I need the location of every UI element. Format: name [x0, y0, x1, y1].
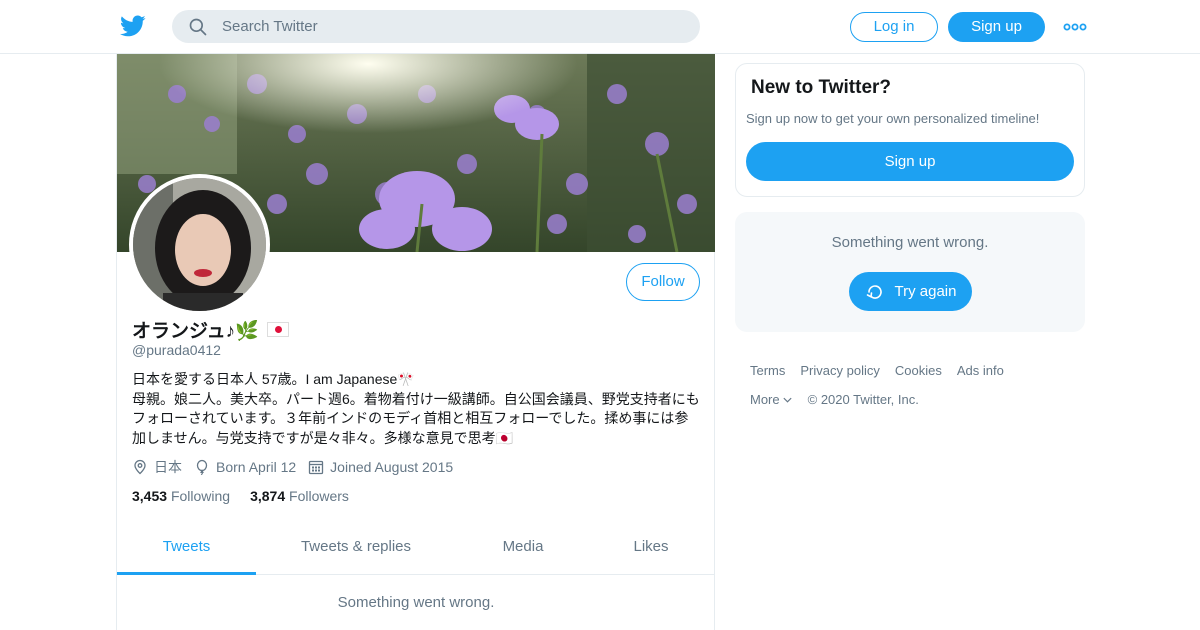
tab-tweets-and-replies[interactable]: Tweets & replies [287, 527, 425, 575]
new-to-twitter-title: New to Twitter? [751, 77, 892, 98]
followers-label: Followers [289, 488, 349, 504]
profile-stats: 3,453 Following 3,874 Followers [132, 488, 349, 504]
footer-link-cookies[interactable]: Cookies [895, 363, 942, 378]
display-name: オランジュ♪🌿 [132, 321, 259, 342]
joined-text: Joined August 2015 [330, 459, 454, 475]
try-again-label: Try again [894, 283, 957, 300]
try-again-button[interactable]: Try again [849, 272, 972, 311]
refresh-icon [866, 284, 882, 299]
followers-count: 3,874 [250, 488, 286, 504]
japan-flag-icon [266, 322, 289, 337]
tab-likes[interactable]: Likes [619, 527, 683, 575]
search-box[interactable] [172, 10, 700, 43]
profile-handle: @purada0412 [132, 342, 221, 358]
sidebar-signup-button[interactable]: Sign up [746, 142, 1074, 181]
follow-button[interactable]: Follow [626, 263, 700, 301]
balloon-icon [196, 459, 208, 475]
signup-button[interactable]: Sign up [948, 12, 1045, 42]
profile-avatar[interactable] [129, 174, 270, 315]
top-navigation-bar: Log in Sign up [0, 0, 1200, 54]
birthday-meta: Born April 12 [194, 459, 296, 475]
login-button[interactable]: Log in [850, 12, 938, 42]
born-text: Born April 12 [216, 459, 297, 475]
sidebar-error-text: Something went wrong. [831, 234, 989, 251]
profile-column: Follow オランジュ♪🌿 @purada0412 日本を愛する日本人 57歳… [116, 54, 715, 630]
calendar-icon [309, 460, 324, 475]
following-label: Following [170, 488, 231, 504]
search-icon [189, 18, 207, 36]
tab-media[interactable]: Media [488, 527, 558, 575]
following-stat[interactable]: 3,453 Following [132, 488, 230, 504]
footer: Terms Privacy policy Cookies Ads info Mo… [750, 363, 1090, 407]
footer-link-terms[interactable]: Terms [750, 363, 785, 378]
footer-link-ads-info[interactable]: Ads info [957, 363, 1004, 378]
following-count: 3,453 [132, 488, 168, 504]
joined-meta: Joined August 2015 [308, 459, 453, 475]
new-to-twitter-text: Sign up now to get your own personalized… [746, 111, 1040, 126]
sidebar-error-card: Something went wrong. Try again [735, 212, 1085, 332]
timeline-error-text: Something went wrong. [337, 594, 495, 611]
footer-link-privacy[interactable]: Privacy policy [800, 363, 879, 378]
profile-bio: 日本を愛する日本人 57歳。I am Japanese🎌 母親。娘二人。美大卒。… [132, 371, 700, 446]
location-pin-icon [134, 459, 146, 475]
footer-more-menu[interactable]: More [750, 392, 793, 407]
search-input[interactable] [222, 10, 682, 43]
profile-name: オランジュ♪🌿 [132, 316, 289, 343]
more-dots-icon[interactable] [1063, 19, 1087, 35]
chevron-down-icon [783, 397, 792, 403]
twitter-bird-icon[interactable] [119, 13, 147, 39]
footer-more-label: More [750, 392, 780, 407]
footer-copyright: © 2020 Twitter, Inc. [807, 392, 919, 407]
followers-stat[interactable]: 3,874 Followers [250, 488, 349, 504]
new-to-twitter-card: New to Twitter? Sign up now to get your … [735, 63, 1085, 197]
location-meta: 日本 [132, 457, 182, 477]
tab-tweets[interactable]: Tweets [117, 527, 256, 575]
profile-meta: 日本 Born April 12 Joined August 2015 [132, 457, 453, 477]
location-text: 日本 [154, 459, 182, 475]
profile-tabs: Tweets Tweets & replies Media Likes [117, 527, 715, 575]
